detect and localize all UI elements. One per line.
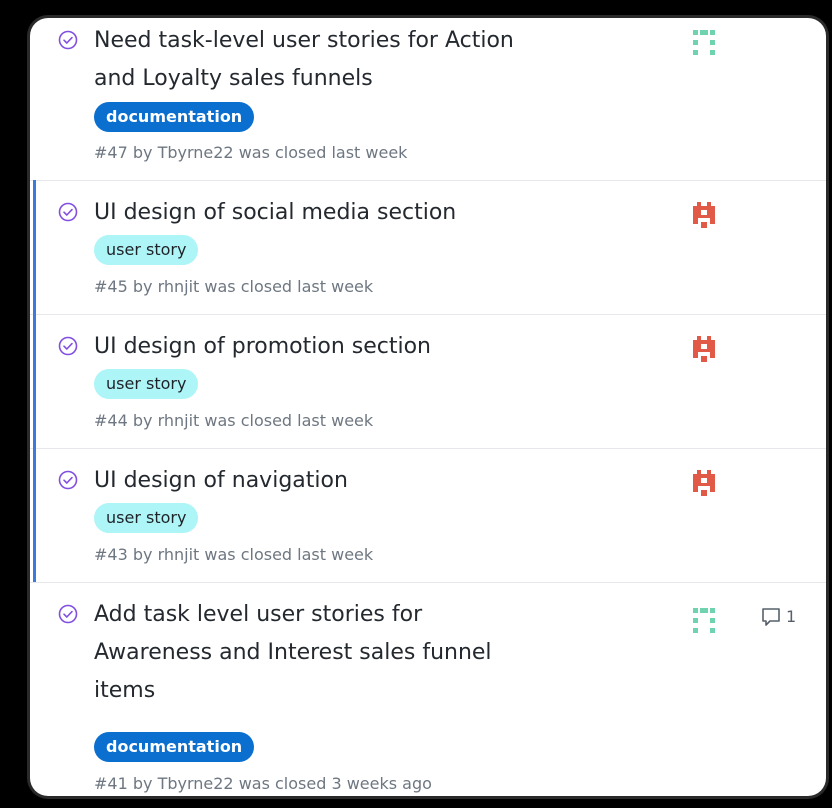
label-user-story[interactable]: user story (94, 235, 199, 265)
closed-check-icon (58, 470, 78, 490)
closed-check-icon (58, 336, 78, 356)
issue-meta: #43 by rhnjit was closed last week (94, 545, 374, 564)
red-avatar-icon[interactable] (690, 202, 718, 232)
issue-meta: #44 by rhnjit was closed last week (94, 411, 374, 430)
closed-check-icon (58, 202, 78, 222)
issue-title[interactable]: UI design of promotion section (94, 328, 524, 366)
teal-avatar-icon[interactable] (690, 28, 718, 58)
red-avatar-icon[interactable] (690, 470, 718, 500)
red-avatar-icon[interactable] (690, 336, 718, 366)
issue-title[interactable]: Need task-level user stories for Action … (94, 22, 534, 98)
comment-count[interactable]: 1 (786, 606, 796, 628)
issue-row[interactable]: UI design of promotion section user stor… (30, 314, 826, 449)
issues-list: Need task-level user stories for Action … (30, 18, 826, 796)
issue-title[interactable]: UI design of navigation (94, 462, 524, 500)
issue-title[interactable]: Add task level user stories for Awarenes… (94, 596, 504, 710)
issue-row[interactable]: UI design of navigation user story #43 b… (30, 448, 826, 583)
issue-row[interactable]: Add task level user stories for Awarenes… (30, 582, 826, 796)
label-documentation[interactable]: documentation (94, 102, 255, 132)
comment-icon[interactable] (760, 606, 782, 628)
issue-row[interactable]: UI design of social media section user s… (30, 180, 826, 315)
issue-meta: #41 by Tbyrne22 was closed 3 weeks ago (94, 774, 432, 793)
app-frame: Need task-level user stories for Action … (0, 0, 832, 808)
issue-meta: #45 by rhnjit was closed last week (94, 277, 374, 296)
label-user-story[interactable]: user story (94, 503, 199, 533)
issue-row[interactable]: Need task-level user stories for Action … (30, 18, 826, 181)
teal-avatar-icon[interactable] (690, 606, 718, 636)
issue-title[interactable]: UI design of social media section (94, 194, 524, 232)
closed-check-icon (58, 604, 78, 624)
issue-meta: #47 by Tbyrne22 was closed last week (94, 143, 408, 162)
label-documentation[interactable]: documentation (94, 732, 255, 762)
closed-check-icon (58, 30, 78, 50)
label-user-story[interactable]: user story (94, 369, 199, 399)
